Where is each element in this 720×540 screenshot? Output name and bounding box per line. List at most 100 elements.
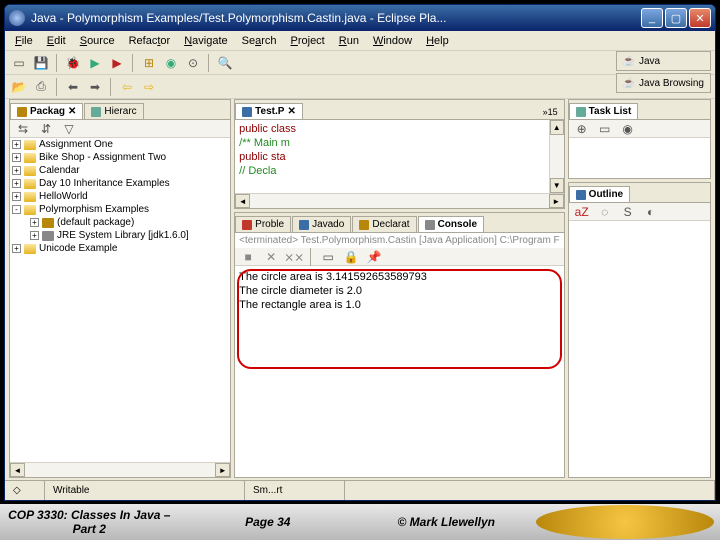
menu-refactor[interactable]: Refactor — [123, 33, 177, 49]
code-line: public class — [239, 122, 545, 136]
menu-file[interactable]: File — [9, 33, 39, 49]
search-icon[interactable]: 🔍 — [215, 53, 235, 73]
open-type-icon[interactable]: ⊙ — [183, 53, 203, 73]
statusbar: ◇ Writable Sm...rt — [5, 480, 715, 500]
editor-content[interactable]: public class/** Main mpublic sta// Decla — [235, 120, 549, 193]
scroll-down-icon[interactable]: ▼ — [550, 178, 564, 193]
menu-edit[interactable]: Edit — [41, 33, 72, 49]
menu-source[interactable]: Source — [74, 33, 121, 49]
folder-icon — [24, 244, 36, 254]
open-icon[interactable]: 📂 — [9, 77, 29, 97]
minimize-button[interactable]: _ — [641, 8, 663, 28]
tab-overflow[interactable]: »15 — [537, 105, 564, 119]
forward-icon[interactable]: ⇨ — [139, 77, 159, 97]
outline-toolbar: aZ ◌ S ◐ — [569, 203, 710, 221]
new-class-icon[interactable]: ◉ — [161, 53, 181, 73]
menu-window[interactable]: Window — [367, 33, 418, 49]
menu-run[interactable]: Run — [333, 33, 365, 49]
back-icon[interactable]: ⇦ — [117, 77, 137, 97]
folder-icon — [24, 205, 36, 215]
package-icon — [17, 107, 27, 117]
run-icon[interactable]: ▶ — [85, 53, 105, 73]
expand-icon[interactable]: + — [30, 218, 39, 227]
remove-all-icon[interactable]: ⨯⨯ — [284, 247, 304, 267]
clear-console-icon[interactable]: ▭ — [318, 247, 338, 267]
remove-icon[interactable]: ✕ — [261, 247, 281, 267]
menu-help[interactable]: Help — [420, 33, 455, 49]
menu-navigate[interactable]: Navigate — [178, 33, 233, 49]
prev-icon[interactable]: ⬅ — [63, 77, 83, 97]
new-task-icon[interactable]: ⊕ — [572, 119, 592, 139]
close-button[interactable]: ✕ — [689, 8, 711, 28]
expand-icon[interactable]: + — [12, 153, 21, 162]
menu-dropdown-icon[interactable]: ▽ — [59, 119, 79, 139]
tree-item[interactable]: +HelloWorld — [10, 190, 230, 203]
tab-console[interactable]: Console — [418, 216, 484, 232]
tab-editor[interactable]: Test.P ✕ — [235, 103, 303, 119]
tab-package-explorer[interactable]: Packag ✕ — [10, 103, 83, 119]
menu-project[interactable]: Project — [285, 33, 331, 49]
pin-console-icon[interactable]: 📌 — [364, 247, 384, 267]
tree-item[interactable]: +Bike Shop - Assignment Two — [10, 151, 230, 164]
tab-javadoc[interactable]: Javado — [292, 216, 351, 232]
tree-item[interactable]: +(default package) — [10, 216, 230, 229]
scroll-left-icon[interactable]: ◄ — [10, 463, 25, 477]
maximize-button[interactable]: ▢ — [665, 8, 687, 28]
tree-item[interactable]: -Polymorphism Examples — [10, 203, 230, 216]
expand-icon[interactable]: + — [12, 166, 21, 175]
close-tab-icon[interactable]: ✕ — [68, 106, 76, 117]
scroll-right-icon[interactable]: ► — [549, 194, 564, 208]
sort-icon[interactable]: aZ — [572, 202, 592, 222]
menu-search[interactable]: Search — [236, 33, 283, 49]
tab-outline[interactable]: Outline — [569, 186, 630, 202]
editor-scrollbar-h[interactable]: ◄ ► — [235, 193, 564, 208]
expand-icon[interactable]: + — [30, 231, 39, 240]
console-line: The circle diameter is 2.0 — [239, 284, 560, 298]
perspective-java[interactable]: ☕ Java — [616, 51, 711, 71]
tree-item[interactable]: +JRE System Library [jdk1.6.0] — [10, 229, 230, 242]
scroll-lock-icon[interactable]: 🔒 — [341, 247, 361, 267]
scroll-up-icon[interactable]: ▲ — [550, 120, 564, 135]
hide-nonpublic-icon[interactable]: ◐ — [641, 202, 661, 222]
console-toolbar: ■ ✕ ⨯⨯ ▭ 🔒 📌 — [235, 248, 564, 266]
tree-item[interactable]: +Assignment One — [10, 138, 230, 151]
tree-item[interactable]: +Calendar — [10, 164, 230, 177]
hide-fields-icon[interactable]: ◌ — [595, 202, 615, 222]
debug-icon[interactable]: 🐞 — [63, 53, 83, 73]
perspective-browsing[interactable]: ☕ Java Browsing — [616, 73, 711, 93]
scroll-right-icon[interactable]: ► — [215, 463, 230, 477]
tab-declaration[interactable]: Declarat — [352, 216, 416, 232]
expand-icon[interactable]: + — [12, 192, 21, 201]
save-icon[interactable]: 💾 — [31, 53, 51, 73]
tree-item[interactable]: +Unicode Example — [10, 242, 230, 255]
print-icon[interactable]: ⎙ — [31, 77, 51, 97]
tab-problems[interactable]: Proble — [235, 216, 291, 232]
expand-icon[interactable]: + — [12, 179, 21, 188]
tree-label: Day 10 Inheritance Examples — [39, 178, 170, 189]
editor-scrollbar-v[interactable]: ▲ ▼ — [549, 120, 564, 193]
expand-icon[interactable]: - — [12, 205, 21, 214]
link-editor-icon[interactable]: ⇵ — [36, 119, 56, 139]
hide-static-icon[interactable]: S — [618, 202, 638, 222]
collapse-all-icon[interactable]: ⇆ — [13, 119, 33, 139]
new-package-icon[interactable]: ⊞ — [139, 53, 159, 73]
bottom-tabs: Proble Javado Declarat Console — [235, 213, 564, 233]
outline-content — [569, 221, 710, 477]
ext-tools-icon[interactable]: ▶ — [107, 53, 127, 73]
console-output[interactable]: The circle area is 3.141592653589793The … — [235, 266, 564, 477]
scroll-left-icon[interactable]: ◄ — [235, 194, 250, 208]
categorize-icon[interactable]: ▭ — [595, 119, 615, 139]
terminate-icon[interactable]: ■ — [238, 247, 258, 267]
toolbar-1: ▭ 💾 🐞 ▶ ▶ ⊞ ◉ ⊙ 🔍 — [5, 51, 715, 75]
next-icon[interactable]: ➡ — [85, 77, 105, 97]
expand-icon[interactable]: + — [12, 244, 21, 253]
expand-icon[interactable]: + — [12, 140, 21, 149]
new-icon[interactable]: ▭ — [9, 53, 29, 73]
tree-item[interactable]: + Day 10 Inheritance Examples — [10, 177, 230, 190]
tab-task-list[interactable]: Task List — [569, 103, 639, 119]
task-icon — [576, 107, 586, 117]
close-tab-icon[interactable]: ✕ — [287, 106, 295, 117]
scrollbar-horizontal[interactable]: ◄ ► — [10, 462, 230, 477]
focus-icon[interactable]: ◉ — [618, 119, 638, 139]
tab-hierarchy[interactable]: Hierarc — [84, 103, 143, 119]
